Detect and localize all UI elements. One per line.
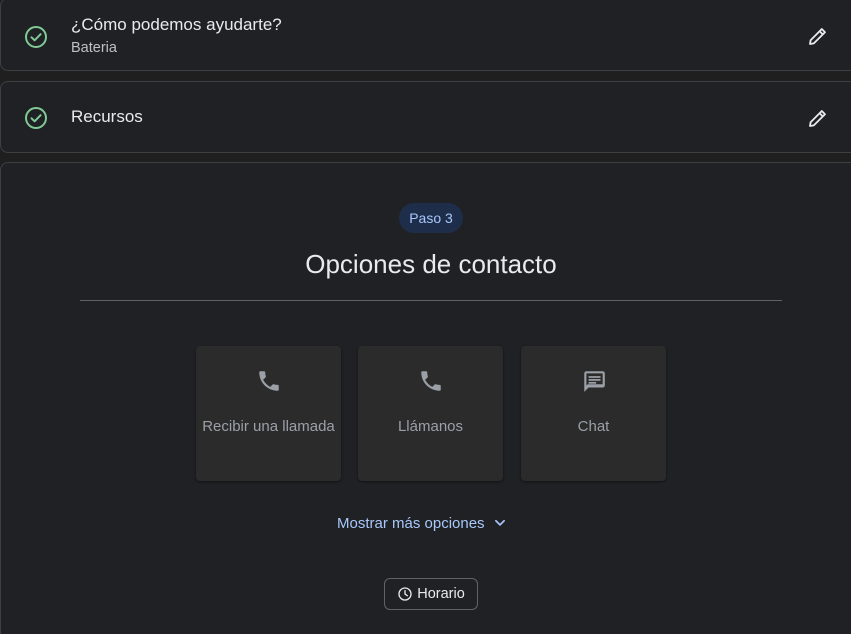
option-label: Recibir una llamada: [202, 418, 335, 435]
step-title: ¿Cómo podemos ayudarte?: [71, 15, 282, 34]
divider: [80, 300, 782, 301]
chat-icon: [584, 371, 605, 392]
step-card-help-topic: ¿Cómo podemos ayudarte? Bateria: [0, 0, 851, 71]
step-title: Recursos: [71, 107, 143, 126]
show-more-options-label: Mostrar más opciones: [337, 514, 485, 532]
option-label: Chat: [577, 418, 610, 435]
option-call-us[interactable]: Llámanos: [358, 346, 503, 481]
clock-icon: [398, 587, 412, 601]
support-flow: ¿Cómo podemos ayudarte? Bateria Recursos…: [0, 0, 851, 634]
section-title: Opciones de contacto: [305, 249, 557, 279]
step-card-resources: Recursos: [0, 81, 851, 153]
phone-icon: [259, 371, 279, 391]
check-circle-icon: [25, 26, 47, 48]
show-more-options-link[interactable]: Mostrar más opciones: [337, 514, 509, 532]
edit-step-button[interactable]: [805, 105, 831, 131]
hours-button[interactable]: Horario: [384, 578, 478, 610]
step-card-contact-options: Paso 3 Opciones de contacto Recibir una …: [0, 162, 851, 634]
phone-icon: [421, 371, 441, 391]
edit-pencil-icon: [809, 110, 826, 127]
check-circle-icon: [25, 107, 47, 129]
option-callback[interactable]: Recibir una llamada: [196, 346, 341, 481]
option-chat[interactable]: Chat: [521, 346, 666, 481]
edit-pencil-icon: [809, 28, 826, 45]
step-subtitle: Bateria: [71, 40, 117, 56]
chevron-down-icon: [494, 519, 505, 526]
edit-step-button[interactable]: [805, 23, 831, 49]
hours-label: Horario: [417, 586, 465, 602]
option-label: Llámanos: [397, 418, 464, 435]
step-badge: Paso 3: [399, 203, 463, 233]
